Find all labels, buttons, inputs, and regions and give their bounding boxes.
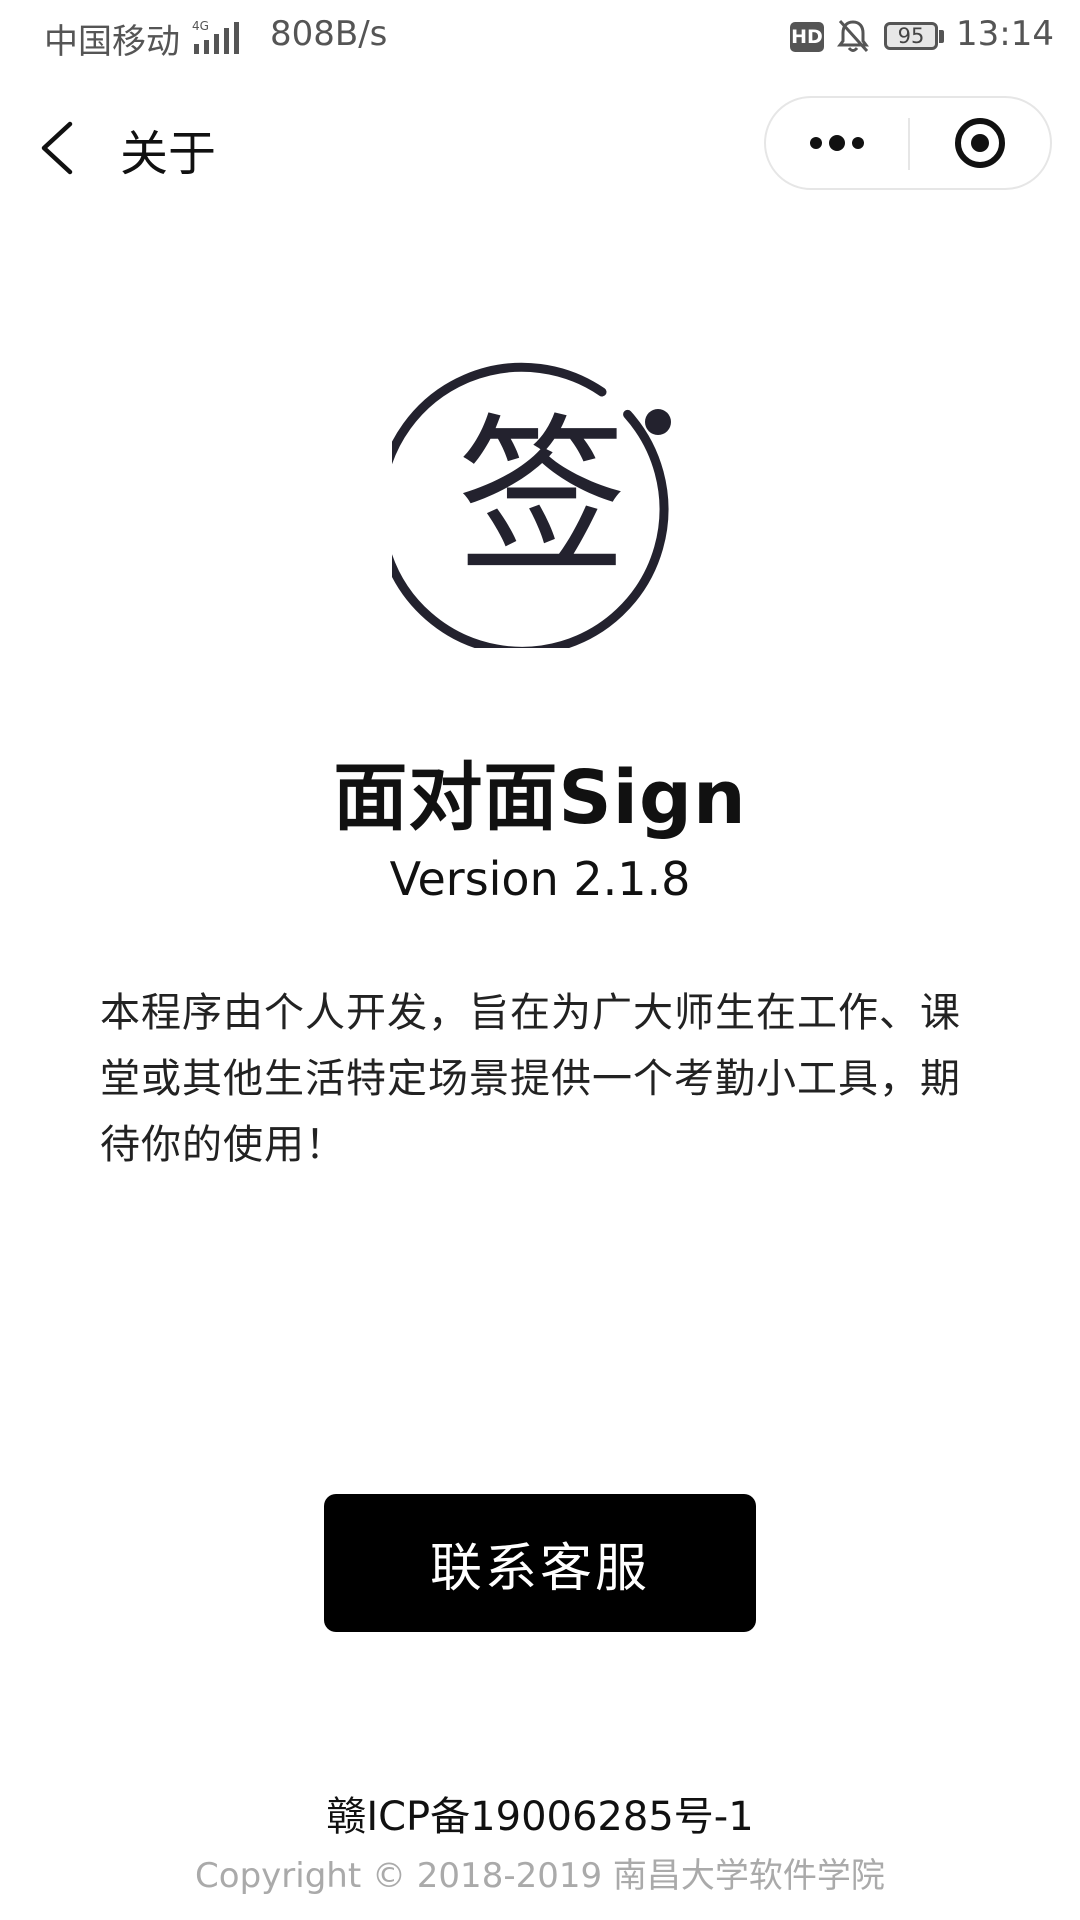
battery-tip (939, 30, 944, 43)
status-bar: 中国移动 4G 808B/s HD 95 13:14 (0, 0, 1080, 76)
mini-program-capsule (764, 96, 1052, 190)
battery-level: 95 (897, 24, 925, 48)
bell-off-icon (837, 19, 869, 53)
app-name: 面对面Sign (333, 755, 747, 841)
target-close-icon[interactable] (910, 98, 1050, 188)
hd-badge: HD (790, 22, 824, 52)
logo-char: 签 (457, 399, 627, 597)
app-description: 本程序由个人开发，旨在为广大师生在工作、课堂或其他生活特定场景提供一个考勤小工具… (100, 990, 961, 1168)
clock-time: 13:14 (956, 14, 1054, 54)
chevron-left-icon[interactable] (30, 108, 90, 188)
contact-support-button[interactable]: 联系客服 (324, 1494, 756, 1632)
svg-text:4G: 4G (192, 19, 209, 33)
battery-indicator: 95 (884, 22, 938, 50)
sign-logo-icon: 签 (392, 362, 671, 648)
network-speed-label: 808B/s (270, 14, 388, 54)
carrier-label: 中国移动 (44, 22, 180, 62)
app-version: Version 2.1.8 (389, 852, 691, 906)
copyright-text: Copyright © 2018-2019 南昌大学软件学院 (195, 1856, 885, 1896)
signal-4g-icon: 4G (192, 19, 239, 54)
nav-bar: 关于 (0, 76, 1080, 216)
more-dots-icon[interactable] (766, 98, 908, 188)
page-title: 关于 (120, 126, 217, 182)
about-page: 中国移动 4G 808B/s HD 95 13:14 关于 签 面对面Sign … (0, 0, 1080, 1920)
icp-license: 赣ICP备19006285号-1 (326, 1794, 754, 1840)
